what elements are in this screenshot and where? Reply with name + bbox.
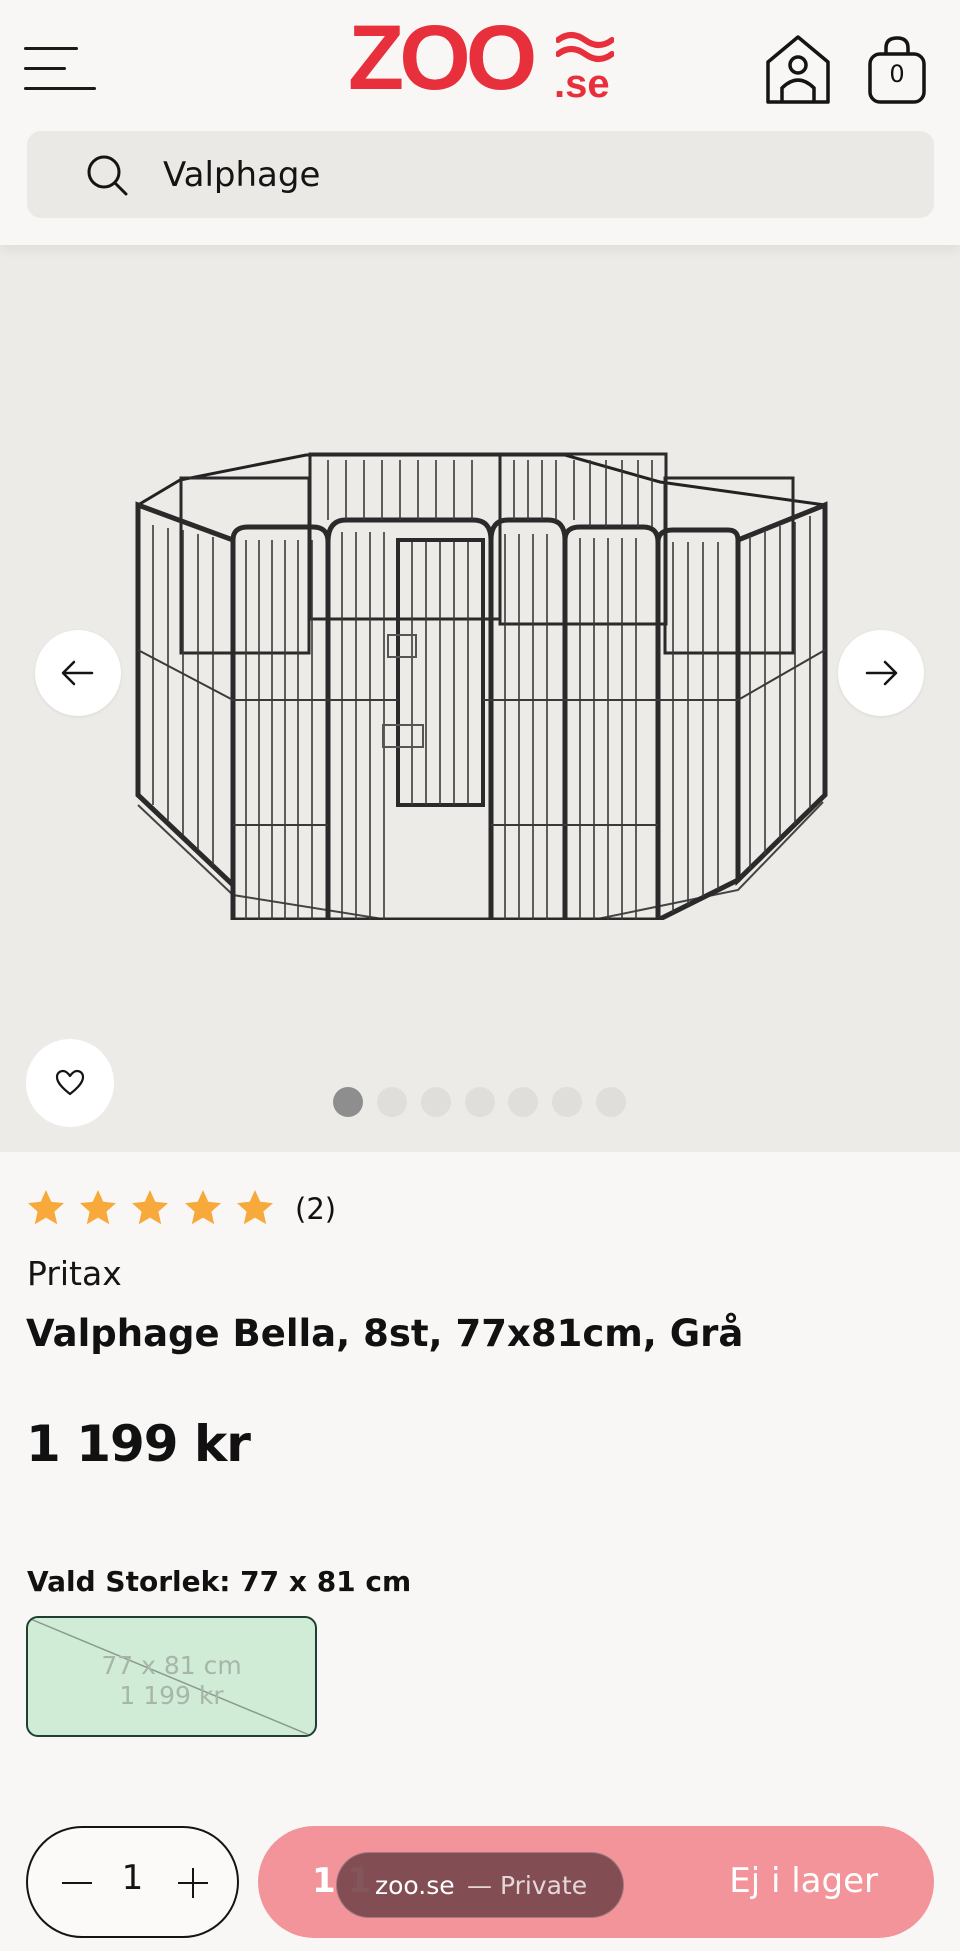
browser-url-pill[interactable]: zoo.se — Private <box>336 1852 624 1918</box>
logo-suffix: .se <box>554 62 610 106</box>
browser-host: zoo.se <box>375 1871 455 1900</box>
search-query: Valphage <box>163 155 321 195</box>
gallery-dot[interactable] <box>552 1087 582 1117</box>
product-brand[interactable]: Pritax <box>27 1254 122 1293</box>
site-header: ZOO .se 0 Valphage <box>0 0 960 245</box>
favorite-button[interactable] <box>26 1039 114 1127</box>
gallery-dot[interactable] <box>465 1087 495 1117</box>
quantity-stepper: 1 <box>26 1826 239 1938</box>
gallery-dot[interactable] <box>421 1087 451 1117</box>
zoo-logo[interactable]: ZOO .se <box>348 12 616 106</box>
star-icon <box>28 1190 64 1225</box>
gallery-dot[interactable] <box>508 1087 538 1117</box>
star-icon <box>132 1190 168 1225</box>
menu-icon[interactable] <box>24 44 98 94</box>
gallery-pagination <box>333 1087 633 1117</box>
review-count: (2) <box>295 1192 337 1226</box>
star-icon <box>185 1190 221 1225</box>
gallery-dot[interactable] <box>377 1087 407 1117</box>
doghouse-account-icon[interactable] <box>762 32 834 106</box>
logo-text: ZOO <box>348 7 537 109</box>
arrow-left-icon <box>61 660 94 686</box>
product-image[interactable] <box>128 450 830 920</box>
arrow-right-icon <box>865 660 898 686</box>
size-option[interactable]: 77 x 81 cm 1 199 kr <box>26 1616 317 1737</box>
increase-quantity-button[interactable] <box>168 1858 218 1908</box>
gallery-dot[interactable] <box>333 1087 363 1117</box>
product-title: Valphage Bella, 8st, 77x81cm, Grå <box>26 1312 744 1355</box>
cart-count: 0 <box>889 60 905 88</box>
size-option-size: 77 x 81 cm <box>101 1651 242 1680</box>
product-rating[interactable]: (2) <box>26 1188 366 1230</box>
product-gallery <box>0 245 960 1152</box>
stock-status: Ej i lager <box>729 1861 878 1901</box>
browser-mode: — Private <box>467 1871 588 1900</box>
size-option-price: 1 199 kr <box>119 1681 224 1710</box>
shopping-bag-icon[interactable]: 0 <box>866 32 928 106</box>
star-icon <box>237 1190 273 1225</box>
star-icon <box>80 1190 116 1225</box>
selected-size-label: Vald Storlek: 77 x 81 cm <box>27 1565 412 1598</box>
product-price: 1 199 kr <box>26 1415 251 1473</box>
search-icon <box>87 155 128 196</box>
gallery-dot[interactable] <box>596 1087 626 1117</box>
heart-icon <box>55 1069 85 1096</box>
search-input[interactable]: Valphage <box>27 131 934 218</box>
previous-image-button[interactable] <box>35 630 121 716</box>
next-image-button[interactable] <box>838 630 924 716</box>
